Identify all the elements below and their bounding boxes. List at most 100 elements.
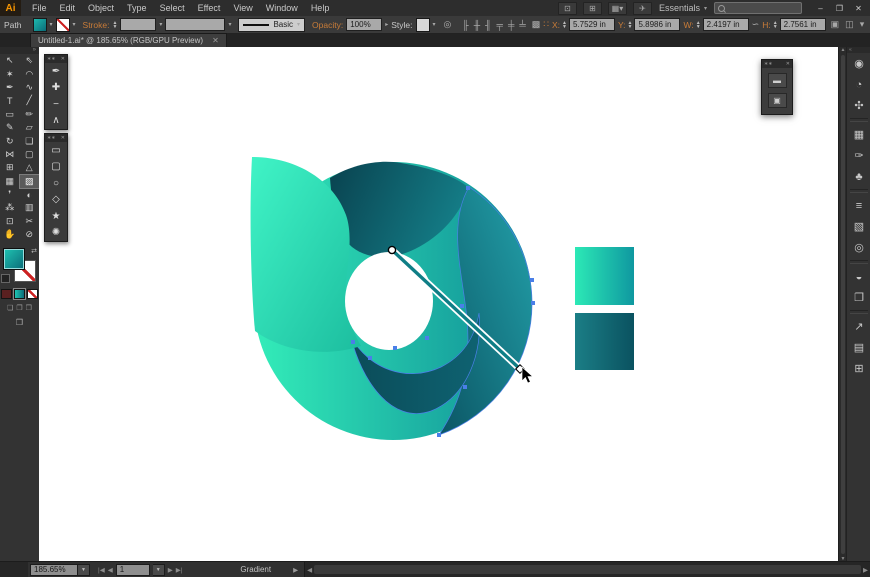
zoom-field[interactable]: 185.65% [30,564,78,576]
menu-object[interactable]: Object [88,3,114,13]
gradient-square-bottom[interactable] [575,313,634,370]
gradient-button[interactable] [14,289,25,299]
anchor-point[interactable] [351,340,355,344]
search-input[interactable] [728,4,788,12]
curvature-tool[interactable]: ∿ [20,81,40,94]
transform-value-field[interactable]: 5.7529 in [569,18,615,31]
color-button[interactable] [1,289,12,299]
value-stepper[interactable]: ▲▼ [773,21,778,29]
stroke-color-swatch[interactable] [56,18,70,32]
symbol-sprayer-tool[interactable]: ⁂ [0,201,20,214]
screen-mode-button[interactable]: ❒ [0,318,39,327]
control-end-icon-1[interactable]: ◫ [845,19,854,30]
scroll-right-icon[interactable]: ▶ [863,566,868,574]
align-icon-1[interactable]: ╫ [474,20,480,30]
anchor-point[interactable] [530,278,534,282]
align-icon-2[interactable]: ╢ [485,20,491,30]
free-transform-tool[interactable]: ▢ [20,148,40,161]
menu-window[interactable]: Window [266,3,298,13]
canvas[interactable]: ∗∗ ✕ ✒✚−∧ ∗∗ ✕ ▭▢○◇★✺ ∗∗ ✕ ▬▣ [39,47,838,562]
opacity-field[interactable]: 100% [346,18,382,31]
transform-panel-icon[interactable]: ▬ [768,73,787,88]
close-tab-icon[interactable]: ✕ [212,36,219,45]
workspace-layout-icon[interactable]: ▦▾ [608,2,627,15]
panel-grip[interactable]: ∗∗ [47,56,55,62]
control-end-icon-2[interactable]: ▾ [860,19,865,30]
draw-mode-1[interactable]: ❐ [16,304,22,312]
swap-fill-stroke-icon[interactable]: ⇄ [31,247,37,255]
gradient-annotator-origin[interactable] [388,246,395,253]
swatches-panel-icon[interactable]: ▦ [847,124,870,145]
scroll-up-icon[interactable]: ▲ [841,47,846,53]
recolor-artwork-icon[interactable]: ◎ [444,19,452,30]
transform-label[interactable]: Y: [618,20,626,30]
search-box[interactable] [714,2,802,14]
rotate-tool[interactable]: ↻ [0,134,20,147]
menu-edit[interactable]: Edit [60,3,76,13]
artboard-field[interactable]: 1 [116,564,150,576]
control-end-icon-0[interactable]: ▣ [831,19,840,30]
transform-label[interactable]: H: [762,20,771,30]
delete-anchor-point-tool[interactable]: − [45,96,67,113]
value-stepper[interactable]: ▲▼ [696,21,701,29]
arrange-documents-icon[interactable]: ⊞ [583,2,602,15]
export-panel-icon[interactable]: ↗ [847,316,870,337]
transparency-panel-icon[interactable]: ◎ [847,237,870,258]
menu-effect[interactable]: Effect [198,3,221,13]
artboards-panel-icon[interactable]: ⊞ [847,358,870,379]
scroll-left-icon[interactable]: ◀ [307,566,312,574]
panel-grip[interactable]: ∗∗ [764,61,772,67]
menu-select[interactable]: Select [160,3,185,13]
type-tool[interactable]: T [0,94,20,107]
gradient-tool[interactable]: ▨ [20,175,40,188]
pencil-tool[interactable]: ✎ [0,121,20,134]
artwork-logo[interactable] [39,47,838,562]
align-icon-4[interactable]: ╪ [508,20,514,30]
anchor-point-tool[interactable]: ∧ [45,113,67,130]
draw-mode-0[interactable]: ❏ [7,304,13,312]
reference-point-icon[interactable]: ∷ [543,19,549,30]
perspective-grid-tool[interactable]: △ [20,161,40,174]
mesh-tool[interactable]: ▦ [0,175,20,188]
transform-value-field[interactable]: 2.4197 in [703,18,749,31]
draw-mode-2[interactable]: ❒ [26,304,32,312]
constrain-proportions-icon[interactable]: ∽ [752,19,760,30]
zoom-tool[interactable]: ⊘ [20,228,40,241]
gradient-square-top[interactable] [575,247,634,305]
minimize-button[interactable]: – [811,2,830,15]
hand-tool[interactable]: ✋ [0,228,20,241]
fill-indicator[interactable] [3,248,25,270]
align-icon-0[interactable]: ╟ [462,20,468,30]
layers-panel-icon[interactable]: ▤ [847,337,870,358]
chevron-down-icon[interactable]: ▾ [73,21,76,28]
blend-tool[interactable]: ◐ [20,188,40,201]
appearance-panel-icon[interactable]: ◒ [847,266,870,287]
value-stepper[interactable]: ▲▼ [628,21,633,29]
anchor-point[interactable] [368,356,372,360]
eraser-tool[interactable]: ▱ [20,121,40,134]
horizontal-scrollbar[interactable]: ◀ ▶ [304,562,870,577]
magic-wand-tool[interactable]: ✶ [0,67,20,80]
paintbrush-tool[interactable]: ✏ [20,108,40,121]
zoom-control[interactable]: 185.65% ▼ [30,564,90,576]
artboard-tool[interactable]: ⊡ [0,215,20,228]
rectangle-tool[interactable]: ▭ [0,108,20,121]
menu-file[interactable]: File [32,3,47,13]
anchor-point[interactable] [466,186,470,190]
stroke-weight-field[interactable] [120,18,156,31]
none-button[interactable] [27,289,38,299]
line-segment-tool[interactable]: ╱ [20,94,40,107]
column-graph-tool[interactable]: ▥ [20,201,40,214]
rounded-rectangle-tool[interactable]: ▢ [45,159,67,176]
anchor-point[interactable] [393,346,397,350]
pathfinder-panel-icon[interactable]: ▣ [768,93,787,108]
chevron-down-icon[interactable]: ▼ [153,564,165,576]
menu-view[interactable]: View [233,3,252,13]
anchor-point[interactable] [437,433,441,437]
add-anchor-point-tool[interactable]: ✚ [45,80,67,97]
next-artboard-button[interactable]: ▶ [168,566,173,574]
chevron-down-icon[interactable]: ▾ [50,21,53,28]
direct-selection-tool[interactable]: ⇖ [20,54,40,67]
chevron-right-icon[interactable]: ▸ [385,21,388,28]
menu-type[interactable]: Type [127,3,147,13]
